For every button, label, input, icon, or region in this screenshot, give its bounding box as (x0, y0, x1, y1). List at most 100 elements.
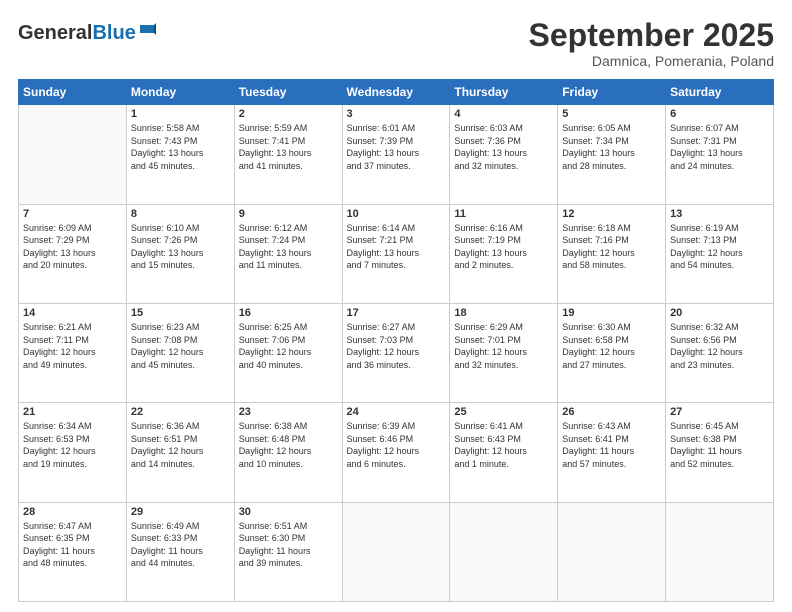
day-info: Sunrise: 6:39 AM Sunset: 6:46 PM Dayligh… (347, 420, 446, 470)
weekday-header-wednesday: Wednesday (342, 80, 450, 105)
day-number: 24 (347, 406, 446, 418)
day-info: Sunrise: 6:29 AM Sunset: 7:01 PM Dayligh… (454, 321, 553, 371)
page: GeneralBlue September 2025 Damnica, Pome… (0, 0, 792, 612)
calendar-cell: 3 Sunrise: 6:01 AM Sunset: 7:39 PM Daylig… (342, 105, 450, 204)
day-number: 30 (239, 506, 338, 518)
day-number: 17 (347, 307, 446, 319)
weekday-header-saturday: Saturday (666, 80, 774, 105)
day-number: 27 (670, 406, 769, 418)
day-number: 25 (454, 406, 553, 418)
day-number: 15 (131, 307, 230, 319)
calendar-cell: 1 Sunrise: 5:58 AM Sunset: 7:43 PM Daylig… (126, 105, 234, 204)
logo: GeneralBlue (18, 22, 156, 45)
calendar-cell: 27 Sunrise: 6:45 AM Sunset: 6:38 PM Dayli… (666, 403, 774, 502)
day-info: Sunrise: 6:07 AM Sunset: 7:31 PM Dayligh… (670, 122, 769, 172)
location: Damnica, Pomerania, Poland (529, 53, 774, 69)
day-number: 14 (23, 307, 122, 319)
weekday-header-monday: Monday (126, 80, 234, 105)
day-info: Sunrise: 6:49 AM Sunset: 6:33 PM Dayligh… (131, 520, 230, 570)
day-info: Sunrise: 6:21 AM Sunset: 7:11 PM Dayligh… (23, 321, 122, 371)
calendar-cell (558, 502, 666, 601)
logo-icon (138, 23, 156, 44)
day-info: Sunrise: 6:10 AM Sunset: 7:26 PM Dayligh… (131, 222, 230, 272)
week-row-5: 28Sunrise: 6:47 AM Sunset: 6:35 PM Dayli… (19, 502, 774, 601)
day-info: Sunrise: 6:14 AM Sunset: 7:21 PM Dayligh… (347, 222, 446, 272)
day-number: 1 (131, 108, 230, 120)
calendar-cell (666, 502, 774, 601)
day-info: Sunrise: 6:41 AM Sunset: 6:43 PM Dayligh… (454, 420, 553, 470)
day-number: 6 (670, 108, 769, 120)
day-info: Sunrise: 6:05 AM Sunset: 7:34 PM Dayligh… (562, 122, 661, 172)
day-number: 5 (562, 108, 661, 120)
calendar-cell: 19 Sunrise: 6:30 AM Sunset: 6:58 PM Dayli… (558, 303, 666, 402)
logo-blue-label: Blue (92, 22, 135, 44)
day-number: 28 (23, 506, 122, 518)
day-number: 4 (454, 108, 553, 120)
day-number: 19 (562, 307, 661, 319)
day-info: Sunrise: 6:45 AM Sunset: 6:38 PM Dayligh… (670, 420, 769, 470)
day-info: Sunrise: 6:19 AM Sunset: 7:13 PM Dayligh… (670, 222, 769, 272)
day-number: 9 (239, 208, 338, 220)
day-info: Sunrise: 6:51 AM Sunset: 6:30 PM Dayligh… (239, 520, 338, 570)
day-info: Sunrise: 6:03 AM Sunset: 7:36 PM Dayligh… (454, 122, 553, 172)
calendar-cell: 26 Sunrise: 6:43 AM Sunset: 6:41 PM Dayli… (558, 403, 666, 502)
calendar-cell: 23 Sunrise: 6:38 AM Sunset: 6:48 PM Dayli… (234, 403, 342, 502)
day-number: 10 (347, 208, 446, 220)
day-info: Sunrise: 6:38 AM Sunset: 6:48 PM Dayligh… (239, 420, 338, 470)
day-info: Sunrise: 5:58 AM Sunset: 7:43 PM Dayligh… (131, 122, 230, 172)
day-number: 12 (562, 208, 661, 220)
calendar-cell: 28Sunrise: 6:47 AM Sunset: 6:35 PM Dayli… (19, 502, 127, 601)
day-number: 13 (670, 208, 769, 220)
calendar-cell: 4 Sunrise: 6:03 AM Sunset: 7:36 PM Daylig… (450, 105, 558, 204)
calendar-table: SundayMondayTuesdayWednesdayThursdayFrid… (18, 79, 774, 602)
calendar-cell: 11 Sunrise: 6:16 AM Sunset: 7:19 PM Dayli… (450, 204, 558, 303)
day-number: 26 (562, 406, 661, 418)
calendar-cell: 13 Sunrise: 6:19 AM Sunset: 7:13 PM Dayli… (666, 204, 774, 303)
day-number: 11 (454, 208, 553, 220)
calendar-cell: 22Sunrise: 6:36 AM Sunset: 6:51 PM Dayli… (126, 403, 234, 502)
day-info: Sunrise: 6:36 AM Sunset: 6:51 PM Dayligh… (131, 420, 230, 470)
calendar-cell: 20 Sunrise: 6:32 AM Sunset: 6:56 PM Dayli… (666, 303, 774, 402)
day-info: Sunrise: 6:16 AM Sunset: 7:19 PM Dayligh… (454, 222, 553, 272)
calendar-cell: 16Sunrise: 6:25 AM Sunset: 7:06 PM Dayli… (234, 303, 342, 402)
day-info: Sunrise: 6:09 AM Sunset: 7:29 PM Dayligh… (23, 222, 122, 272)
logo-general-label: General (18, 22, 92, 44)
logo-general-text: GeneralBlue (18, 22, 136, 45)
title-area: September 2025 Damnica, Pomerania, Polan… (529, 18, 774, 69)
header: GeneralBlue September 2025 Damnica, Pome… (18, 18, 774, 69)
calendar-cell: 6 Sunrise: 6:07 AM Sunset: 7:31 PM Daylig… (666, 105, 774, 204)
day-number: 7 (23, 208, 122, 220)
day-info: Sunrise: 6:01 AM Sunset: 7:39 PM Dayligh… (347, 122, 446, 172)
calendar-cell: 5 Sunrise: 6:05 AM Sunset: 7:34 PM Daylig… (558, 105, 666, 204)
calendar-cell: 7 Sunrise: 6:09 AM Sunset: 7:29 PM Daylig… (19, 204, 127, 303)
day-info: Sunrise: 6:27 AM Sunset: 7:03 PM Dayligh… (347, 321, 446, 371)
calendar-cell: 2Sunrise: 5:59 AM Sunset: 7:41 PM Daylig… (234, 105, 342, 204)
day-info: Sunrise: 6:32 AM Sunset: 6:56 PM Dayligh… (670, 321, 769, 371)
day-number: 3 (347, 108, 446, 120)
day-info: Sunrise: 6:34 AM Sunset: 6:53 PM Dayligh… (23, 420, 122, 470)
day-number: 8 (131, 208, 230, 220)
week-row-4: 21Sunrise: 6:34 AM Sunset: 6:53 PM Dayli… (19, 403, 774, 502)
calendar-cell: 9 Sunrise: 6:12 AM Sunset: 7:24 PM Daylig… (234, 204, 342, 303)
calendar-cell: 8 Sunrise: 6:10 AM Sunset: 7:26 PM Daylig… (126, 204, 234, 303)
week-row-3: 14 Sunrise: 6:21 AM Sunset: 7:11 PM Dayli… (19, 303, 774, 402)
week-row-1: 1 Sunrise: 5:58 AM Sunset: 7:43 PM Daylig… (19, 105, 774, 204)
day-number: 18 (454, 307, 553, 319)
calendar-cell (19, 105, 127, 204)
calendar-cell: 15Sunrise: 6:23 AM Sunset: 7:08 PM Dayli… (126, 303, 234, 402)
day-info: Sunrise: 6:43 AM Sunset: 6:41 PM Dayligh… (562, 420, 661, 470)
day-info: Sunrise: 5:59 AM Sunset: 7:41 PM Dayligh… (239, 122, 338, 172)
weekday-header-sunday: Sunday (19, 80, 127, 105)
weekday-header-tuesday: Tuesday (234, 80, 342, 105)
calendar-cell: 30 Sunrise: 6:51 AM Sunset: 6:30 PM Dayli… (234, 502, 342, 601)
day-number: 23 (239, 406, 338, 418)
day-info: Sunrise: 6:30 AM Sunset: 6:58 PM Dayligh… (562, 321, 661, 371)
day-number: 20 (670, 307, 769, 319)
weekday-header-row: SundayMondayTuesdayWednesdayThursdayFrid… (19, 80, 774, 105)
day-info: Sunrise: 6:12 AM Sunset: 7:24 PM Dayligh… (239, 222, 338, 272)
calendar-cell: 10 Sunrise: 6:14 AM Sunset: 7:21 PM Dayli… (342, 204, 450, 303)
weekday-header-friday: Friday (558, 80, 666, 105)
calendar-cell: 25 Sunrise: 6:41 AM Sunset: 6:43 PM Dayli… (450, 403, 558, 502)
calendar-cell: 12Sunrise: 6:18 AM Sunset: 7:16 PM Dayli… (558, 204, 666, 303)
weekday-header-thursday: Thursday (450, 80, 558, 105)
